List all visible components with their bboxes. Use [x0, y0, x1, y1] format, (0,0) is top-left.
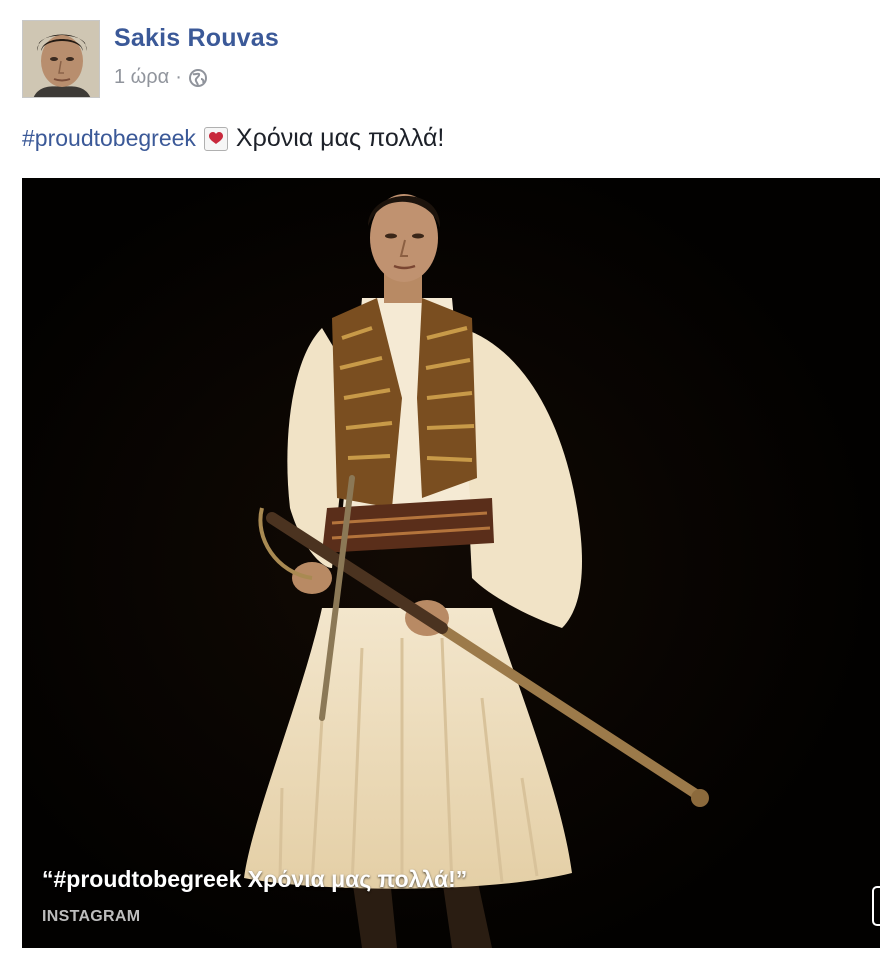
post-timestamp[interactable]: 1 ώρα [114, 66, 169, 89]
globe-icon[interactable] [188, 68, 208, 88]
evzone-portrait-image [22, 178, 880, 948]
post-meta: 1 ώρα · [114, 66, 208, 89]
attachment-photo[interactable]: “#proudtobegreek Χρόνια μας πολλά!” INST… [22, 178, 880, 948]
meta-separator: · [175, 66, 182, 88]
author-name[interactable]: Sakis Rouvas [114, 24, 279, 53]
attachment-source: INSTAGRAM [42, 908, 141, 925]
avatar-image [23, 21, 99, 97]
avatar[interactable] [22, 20, 100, 98]
post-message: #proudtobegreek Χρόνια μας πολλά! [22, 124, 444, 153]
attachment-caption[interactable]: “#proudtobegreek Χρόνια μας πολλά!” [42, 866, 467, 893]
heart-icon [203, 126, 228, 151]
message-text: Χρόνια μας πολλά! [235, 124, 445, 152]
hashtag-link[interactable]: #proudtobegreek [22, 125, 196, 152]
gallery-next-icon[interactable] [872, 886, 880, 926]
facebook-post: Sakis Rouvas 1 ώρα · #proudtobegreek Χρό… [0, 0, 880, 953]
